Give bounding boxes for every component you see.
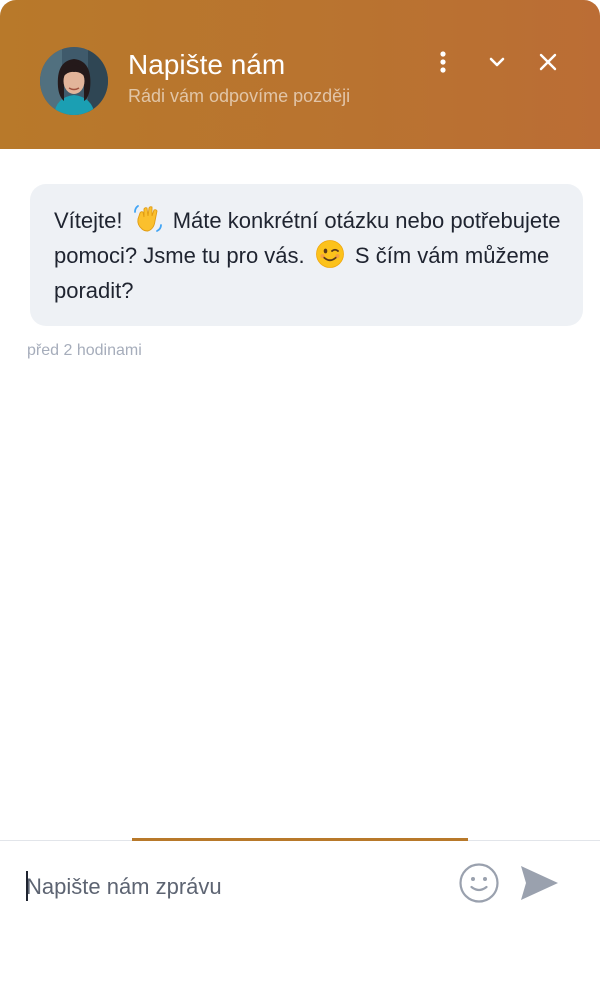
close-icon[interactable] xyxy=(530,44,566,80)
chat-title: Napište nám xyxy=(128,49,286,80)
chat-widget: Napište nám Rádi vám odpovíme později Ví… xyxy=(0,0,600,997)
send-icon[interactable] xyxy=(518,862,560,904)
agent-avatar xyxy=(40,47,108,115)
waving-hand-emoji xyxy=(133,204,163,234)
composer-accent-bar xyxy=(132,838,468,841)
welcome-message-bubble: Vítejte! Máte konkrétní otázku nebo potř… xyxy=(30,184,583,326)
text-cursor xyxy=(26,871,28,901)
vertical-dots-icon[interactable] xyxy=(425,44,461,80)
chat-header: Napište nám Rádi vám odpovíme později xyxy=(0,0,600,149)
message-timestamp: před 2 hodinami xyxy=(27,342,142,359)
message-text-greeting: Vítejte! xyxy=(54,208,123,233)
chevron-down-icon[interactable] xyxy=(479,44,515,80)
message-input[interactable] xyxy=(26,864,436,910)
winking-face-emoji xyxy=(315,239,345,269)
smiley-icon[interactable] xyxy=(458,862,500,904)
chat-subtitle: Rádi vám odpovíme později xyxy=(128,86,351,106)
